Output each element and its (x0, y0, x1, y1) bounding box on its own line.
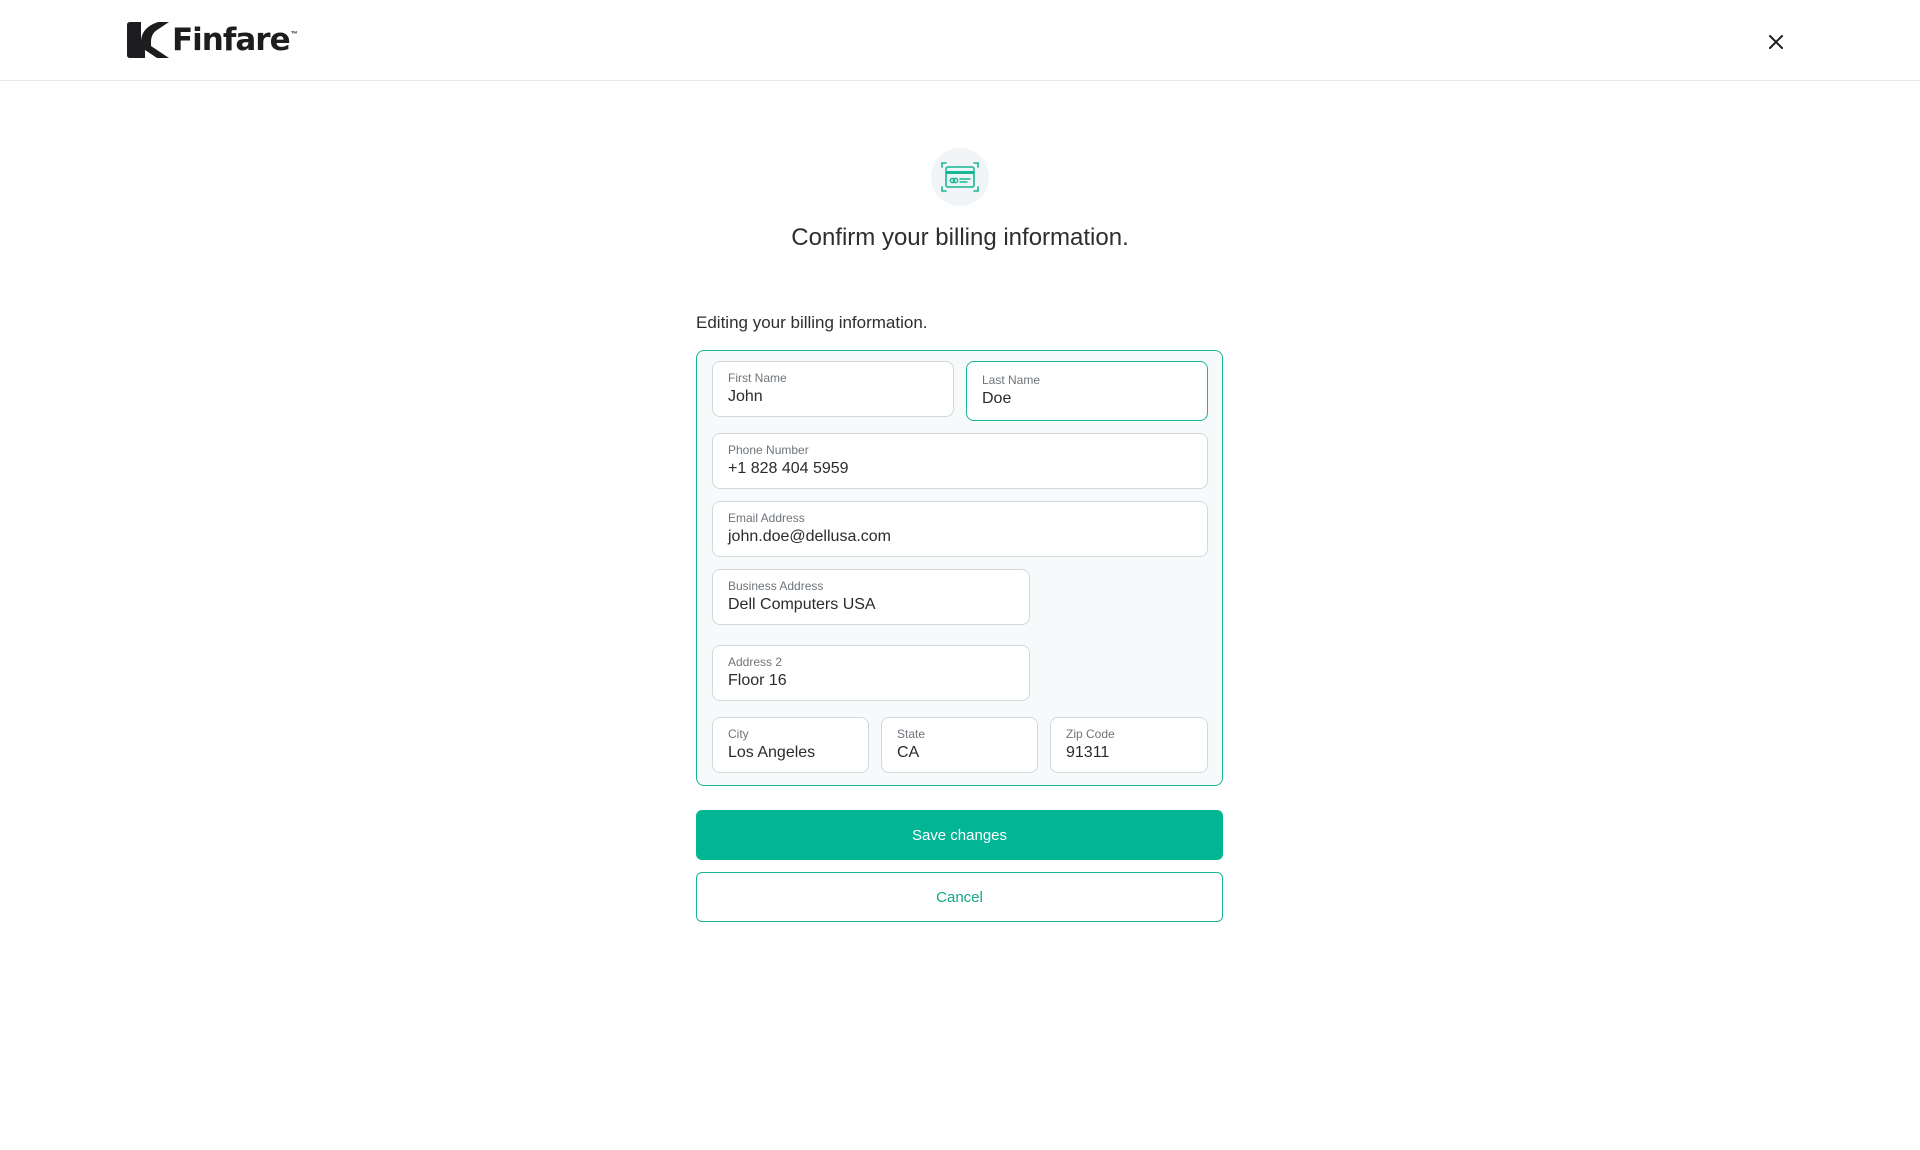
first-name-value: John (728, 388, 763, 405)
city-value: Los Angeles (728, 744, 816, 761)
first-name-label: First Name (728, 371, 787, 385)
billing-form: First Name John Last Name Doe Phone Numb… (696, 350, 1223, 786)
trademark-symbol: ™ (290, 31, 298, 38)
top-bar: Finfare ™ (0, 0, 1920, 81)
state-field[interactable]: State CA (881, 717, 1038, 773)
credit-card-icon (941, 162, 979, 192)
zip-code-field[interactable]: Zip Code 91311 (1050, 717, 1208, 773)
business-address-value: Dell Computers USA (728, 596, 876, 613)
last-name-value: Doe (982, 390, 1012, 407)
finfare-logo-icon (127, 22, 169, 58)
finfare-logo[interactable]: Finfare ™ (127, 22, 298, 58)
cancel-button[interactable]: Cancel (696, 872, 1223, 922)
email-value: john.doe@dellusa.com (728, 528, 892, 545)
last-name-label: Last Name (982, 373, 1041, 387)
phone-number-label: Phone Number (728, 443, 809, 457)
save-changes-button[interactable]: Save changes (696, 810, 1223, 860)
email-field[interactable]: Email Address john.doe@dellusa.com (712, 501, 1208, 557)
phone-number-value: +1 828 404 5959 (728, 460, 849, 477)
zip-code-label: Zip Code (1066, 727, 1115, 741)
address-2-field[interactable]: Address 2 Floor 16 (712, 645, 1030, 701)
city-label: City (728, 727, 749, 741)
phone-number-field[interactable]: Phone Number +1 828 404 5959 (712, 433, 1208, 489)
first-name-field[interactable]: First Name John (712, 361, 954, 417)
email-label: Email Address (728, 511, 805, 525)
state-label: State (897, 727, 926, 741)
state-value: CA (897, 744, 920, 761)
business-address-field[interactable]: Business Address Dell Computers USA (712, 569, 1030, 625)
address-2-label: Address 2 (728, 655, 783, 669)
zip-code-value: 91311 (1066, 744, 1110, 761)
brand-name: Finfare (172, 22, 291, 58)
close-button[interactable] (1762, 28, 1790, 56)
form-section-label: Editing your billing information. (696, 313, 928, 332)
business-address-label: Business Address (728, 579, 824, 593)
last-name-field[interactable]: Last Name Doe (966, 361, 1208, 421)
page-title: Confirm your billing information. (791, 224, 1129, 251)
address-2-value: Floor 16 (728, 672, 787, 689)
city-field[interactable]: City Los Angeles (712, 717, 869, 773)
billing-icon-badge (931, 148, 989, 206)
close-icon (1769, 35, 1783, 49)
